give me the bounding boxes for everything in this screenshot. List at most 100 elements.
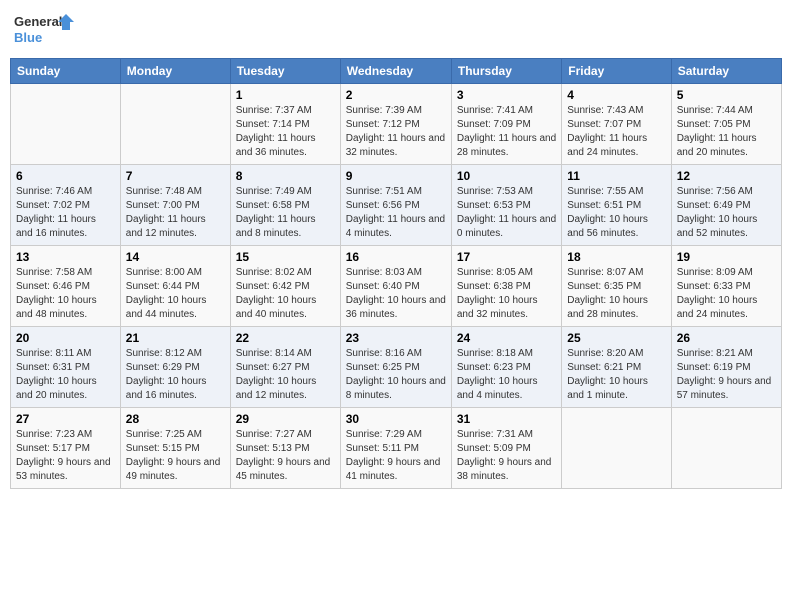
calendar-cell: 1 Sunrise: 7:37 AM Sunset: 7:14 PM Daylig…	[230, 84, 340, 165]
calendar-cell: 5Sunrise: 7:44 AM Sunset: 7:05 PM Daylig…	[671, 84, 781, 165]
day-number: 24	[457, 331, 556, 345]
calendar-cell: 22 Sunrise: 8:14 AM Sunset: 6:27 PM Dayli…	[230, 327, 340, 408]
day-detail: Sunrise: 7:46 AM Sunset: 7:02 PM Dayligh…	[16, 185, 115, 241]
calendar-cell: 10Sunrise: 7:53 AM Sunset: 6:53 PM Dayli…	[451, 165, 561, 246]
calendar-cell: 3Sunrise: 7:41 AM Sunset: 7:09 PM Daylig…	[451, 84, 561, 165]
day-detail: Sunrise: 7:48 AM Sunset: 7:00 PM Dayligh…	[126, 185, 225, 241]
day-detail: Sunrise: 8:16 AM Sunset: 6:25 PM Dayligh…	[346, 347, 446, 403]
day-number: 23	[346, 331, 446, 345]
calendar-cell: 2 Sunrise: 7:39 AM Sunset: 7:12 PM Daylig…	[340, 84, 451, 165]
calendar-body: 1 Sunrise: 7:37 AM Sunset: 7:14 PM Daylig…	[11, 84, 782, 489]
calendar-cell	[671, 408, 781, 489]
day-detail: Sunrise: 7:49 AM Sunset: 6:58 PM Dayligh…	[236, 185, 335, 241]
logo-svg: General Blue	[14, 10, 74, 50]
day-number: 31	[457, 412, 556, 426]
day-detail: Sunrise: 8:20 AM Sunset: 6:21 PM Dayligh…	[567, 347, 665, 403]
calendar-cell: 9 Sunrise: 7:51 AM Sunset: 6:56 PM Daylig…	[340, 165, 451, 246]
header-row: SundayMondayTuesdayWednesdayThursdayFrid…	[11, 59, 782, 84]
day-number: 4	[567, 88, 665, 102]
calendar-cell: 28 Sunrise: 7:25 AM Sunset: 5:15 PM Dayli…	[120, 408, 230, 489]
day-number: 20	[16, 331, 115, 345]
day-detail: Sunrise: 8:18 AM Sunset: 6:23 PM Dayligh…	[457, 347, 556, 403]
day-number: 9	[346, 169, 446, 183]
day-header-tuesday: Tuesday	[230, 59, 340, 84]
week-row-1: 1 Sunrise: 7:37 AM Sunset: 7:14 PM Daylig…	[11, 84, 782, 165]
day-number: 8	[236, 169, 335, 183]
week-row-4: 20Sunrise: 8:11 AM Sunset: 6:31 PM Dayli…	[11, 327, 782, 408]
day-number: 22	[236, 331, 335, 345]
day-number: 6	[16, 169, 115, 183]
day-detail: Sunrise: 7:56 AM Sunset: 6:49 PM Dayligh…	[677, 185, 776, 241]
day-number: 1	[236, 88, 335, 102]
day-number: 19	[677, 250, 776, 264]
calendar-cell: 16 Sunrise: 8:03 AM Sunset: 6:40 PM Dayli…	[340, 246, 451, 327]
day-detail: Sunrise: 8:03 AM Sunset: 6:40 PM Dayligh…	[346, 266, 446, 322]
day-number: 27	[16, 412, 115, 426]
day-number: 18	[567, 250, 665, 264]
day-number: 21	[126, 331, 225, 345]
day-detail: Sunrise: 8:07 AM Sunset: 6:35 PM Dayligh…	[567, 266, 665, 322]
calendar-cell: 19 Sunrise: 8:09 AM Sunset: 6:33 PM Dayli…	[671, 246, 781, 327]
calendar-cell: 6 Sunrise: 7:46 AM Sunset: 7:02 PM Daylig…	[11, 165, 121, 246]
calendar-cell: 11Sunrise: 7:55 AM Sunset: 6:51 PM Dayli…	[562, 165, 671, 246]
day-detail: Sunrise: 8:14 AM Sunset: 6:27 PM Dayligh…	[236, 347, 335, 403]
day-header-sunday: Sunday	[11, 59, 121, 84]
calendar-cell	[562, 408, 671, 489]
day-detail: Sunrise: 7:29 AM Sunset: 5:11 PM Dayligh…	[346, 428, 446, 484]
day-detail: Sunrise: 7:31 AM Sunset: 5:09 PM Dayligh…	[457, 428, 556, 484]
day-number: 3	[457, 88, 556, 102]
calendar-cell: 21Sunrise: 8:12 AM Sunset: 6:29 PM Dayli…	[120, 327, 230, 408]
week-row-3: 13 Sunrise: 7:58 AM Sunset: 6:46 PM Dayli…	[11, 246, 782, 327]
calendar-cell: 4 Sunrise: 7:43 AM Sunset: 7:07 PM Daylig…	[562, 84, 671, 165]
calendar-cell: 18 Sunrise: 8:07 AM Sunset: 6:35 PM Dayli…	[562, 246, 671, 327]
day-detail: Sunrise: 7:25 AM Sunset: 5:15 PM Dayligh…	[126, 428, 225, 484]
calendar-cell: 7Sunrise: 7:48 AM Sunset: 7:00 PM Daylig…	[120, 165, 230, 246]
day-detail: Sunrise: 8:09 AM Sunset: 6:33 PM Dayligh…	[677, 266, 776, 322]
day-header-wednesday: Wednesday	[340, 59, 451, 84]
calendar-cell: 23 Sunrise: 8:16 AM Sunset: 6:25 PM Dayli…	[340, 327, 451, 408]
day-detail: Sunrise: 7:44 AM Sunset: 7:05 PM Dayligh…	[677, 104, 776, 160]
day-number: 30	[346, 412, 446, 426]
calendar-cell: 13 Sunrise: 7:58 AM Sunset: 6:46 PM Dayli…	[11, 246, 121, 327]
day-number: 28	[126, 412, 225, 426]
day-detail: Sunrise: 7:39 AM Sunset: 7:12 PM Dayligh…	[346, 104, 446, 160]
day-header-saturday: Saturday	[671, 59, 781, 84]
day-header-thursday: Thursday	[451, 59, 561, 84]
day-number: 14	[126, 250, 225, 264]
week-row-2: 6 Sunrise: 7:46 AM Sunset: 7:02 PM Daylig…	[11, 165, 782, 246]
day-detail: Sunrise: 8:21 AM Sunset: 6:19 PM Dayligh…	[677, 347, 776, 403]
day-detail: Sunrise: 8:02 AM Sunset: 6:42 PM Dayligh…	[236, 266, 335, 322]
day-number: 12	[677, 169, 776, 183]
day-detail: Sunrise: 7:23 AM Sunset: 5:17 PM Dayligh…	[16, 428, 115, 484]
calendar-cell: 30 Sunrise: 7:29 AM Sunset: 5:11 PM Dayli…	[340, 408, 451, 489]
calendar-cell: 27 Sunrise: 7:23 AM Sunset: 5:17 PM Dayli…	[11, 408, 121, 489]
day-detail: Sunrise: 8:05 AM Sunset: 6:38 PM Dayligh…	[457, 266, 556, 322]
svg-text:General: General	[14, 14, 62, 29]
calendar-header: SundayMondayTuesdayWednesdayThursdayFrid…	[11, 59, 782, 84]
day-number: 13	[16, 250, 115, 264]
day-number: 2	[346, 88, 446, 102]
svg-text:Blue: Blue	[14, 30, 42, 45]
day-detail: Sunrise: 7:51 AM Sunset: 6:56 PM Dayligh…	[346, 185, 446, 241]
calendar-cell: 14 Sunrise: 8:00 AM Sunset: 6:44 PM Dayli…	[120, 246, 230, 327]
day-detail: Sunrise: 8:00 AM Sunset: 6:44 PM Dayligh…	[126, 266, 225, 322]
calendar-cell: 24 Sunrise: 8:18 AM Sunset: 6:23 PM Dayli…	[451, 327, 561, 408]
day-detail: Sunrise: 7:37 AM Sunset: 7:14 PM Dayligh…	[236, 104, 335, 160]
day-detail: Sunrise: 7:58 AM Sunset: 6:46 PM Dayligh…	[16, 266, 115, 322]
day-number: 11	[567, 169, 665, 183]
calendar-cell: 26Sunrise: 8:21 AM Sunset: 6:19 PM Dayli…	[671, 327, 781, 408]
calendar-cell: 29Sunrise: 7:27 AM Sunset: 5:13 PM Dayli…	[230, 408, 340, 489]
calendar-cell: 8 Sunrise: 7:49 AM Sunset: 6:58 PM Daylig…	[230, 165, 340, 246]
week-row-5: 27 Sunrise: 7:23 AM Sunset: 5:17 PM Dayli…	[11, 408, 782, 489]
day-header-monday: Monday	[120, 59, 230, 84]
calendar-cell	[11, 84, 121, 165]
day-number: 16	[346, 250, 446, 264]
page-header: General Blue	[10, 10, 782, 50]
day-detail: Sunrise: 7:43 AM Sunset: 7:07 PM Dayligh…	[567, 104, 665, 160]
day-number: 29	[236, 412, 335, 426]
day-header-friday: Friday	[562, 59, 671, 84]
day-number: 10	[457, 169, 556, 183]
calendar-cell: 25Sunrise: 8:20 AM Sunset: 6:21 PM Dayli…	[562, 327, 671, 408]
calendar-cell: 12 Sunrise: 7:56 AM Sunset: 6:49 PM Dayli…	[671, 165, 781, 246]
calendar-cell	[120, 84, 230, 165]
